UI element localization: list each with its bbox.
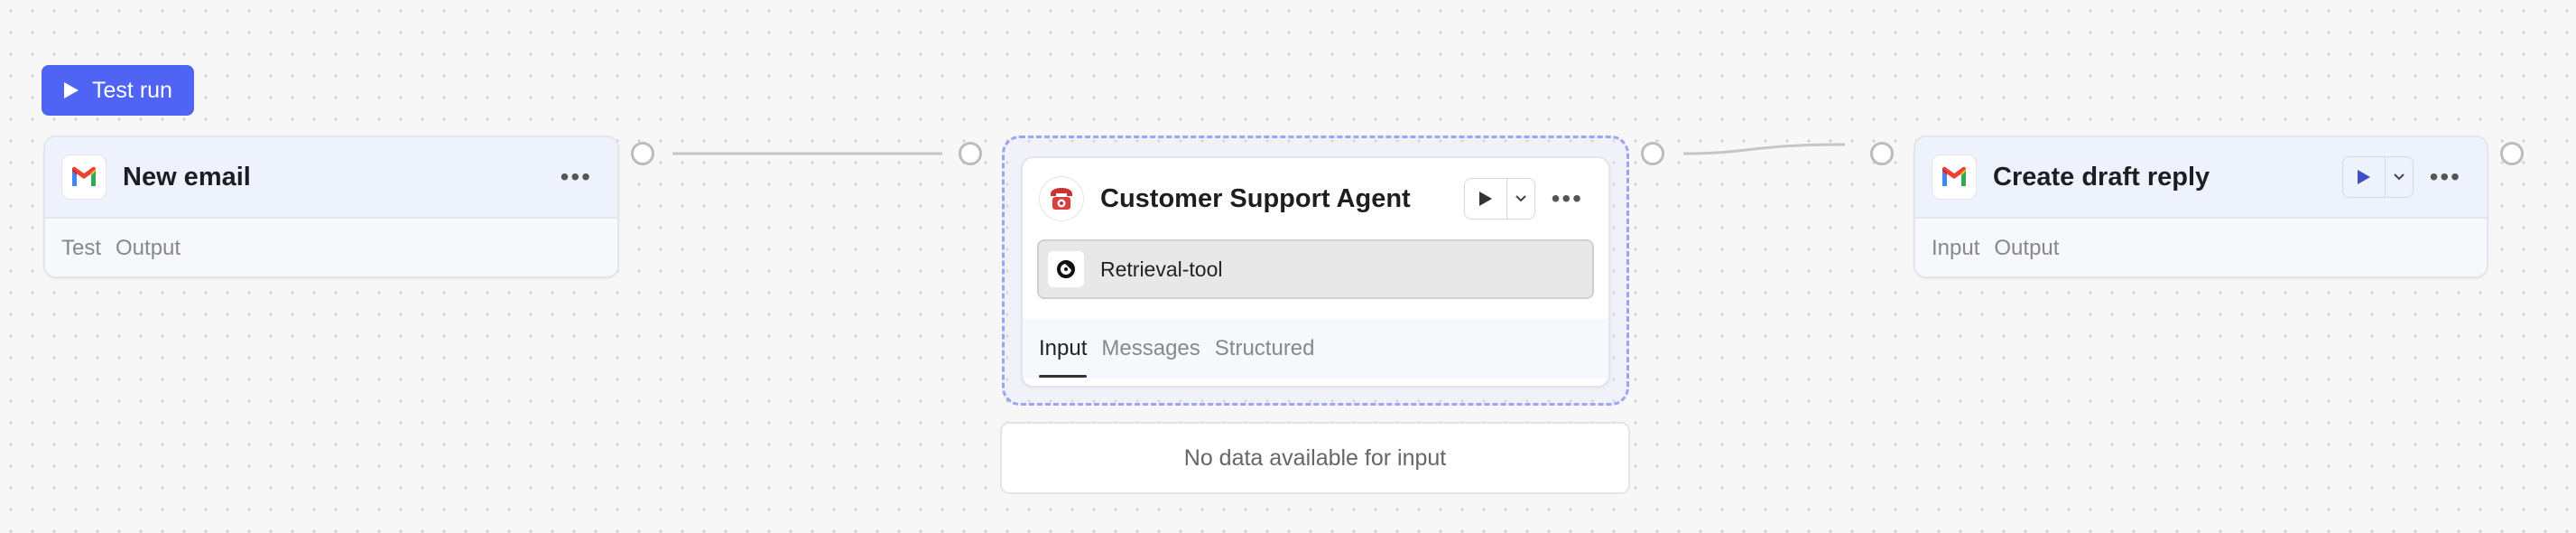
retrieval-tool-icon: [1048, 251, 1084, 287]
input-handle-agent[interactable]: [959, 142, 982, 165]
node-tabs: Input Output: [1915, 219, 2487, 276]
tab-output[interactable]: Output: [116, 236, 181, 261]
play-icon: [64, 82, 79, 98]
run-node-button[interactable]: [1465, 179, 1507, 219]
retrieval-tool-item[interactable]: Retrieval-tool: [1037, 239, 1594, 299]
node-header: Customer Support Agent •••: [1023, 158, 1608, 239]
test-run-label: Test run: [92, 77, 172, 103]
output-handle-new-email[interactable]: [631, 142, 654, 165]
chevron-down-icon[interactable]: [1507, 179, 1534, 219]
tool-label: Retrieval-tool: [1100, 257, 1223, 281]
empty-state-message: No data available for input: [1000, 422, 1630, 494]
run-node-button[interactable]: [2343, 157, 2386, 197]
node-tabs: Test Output: [45, 219, 617, 276]
node-title: New email: [123, 162, 251, 192]
node-title: Customer Support Agent: [1100, 183, 1411, 213]
node-header: New email •••: [45, 137, 617, 219]
more-icon[interactable]: •••: [1543, 186, 1592, 211]
chevron-down-icon[interactable]: [2386, 157, 2413, 197]
node-header: Create draft reply •••: [1915, 137, 2487, 219]
input-handle-draft-reply[interactable]: [1870, 142, 1894, 165]
play-icon: [1478, 192, 1492, 206]
gmail-icon: [1932, 154, 1977, 200]
tab-structured[interactable]: Structured: [1215, 336, 1315, 361]
node-customer-support-agent[interactable]: Customer Support Agent ••• Retrieval-too…: [1021, 156, 1610, 388]
output-handle-draft-reply[interactable]: [2500, 142, 2524, 165]
test-run-button[interactable]: Test run: [42, 65, 194, 116]
telephone-icon: [1039, 176, 1084, 221]
more-icon[interactable]: •••: [551, 164, 601, 190]
output-handle-agent[interactable]: [1641, 142, 1664, 165]
gmail-icon: [61, 154, 107, 200]
node-new-email[interactable]: New email ••• Test Output: [43, 136, 619, 278]
tab-input[interactable]: Input: [1932, 236, 1979, 261]
node-create-draft-reply[interactable]: Create draft reply ••• Input Output: [1913, 136, 2488, 278]
tab-messages[interactable]: Messages: [1101, 336, 1200, 361]
tab-output[interactable]: Output: [1994, 236, 2059, 261]
run-button-group: [2341, 156, 2414, 198]
node-tabs: Input Messages Structured: [1023, 319, 1608, 379]
edge-agent-to-draft-reply: [1682, 143, 1846, 155]
node-title: Create draft reply: [1993, 162, 2210, 192]
more-icon[interactable]: •••: [2421, 164, 2470, 190]
tab-test[interactable]: Test: [61, 236, 101, 261]
run-button-group: [1463, 178, 1535, 220]
tab-input[interactable]: Input: [1039, 336, 1088, 378]
play-icon: [2357, 170, 2370, 184]
